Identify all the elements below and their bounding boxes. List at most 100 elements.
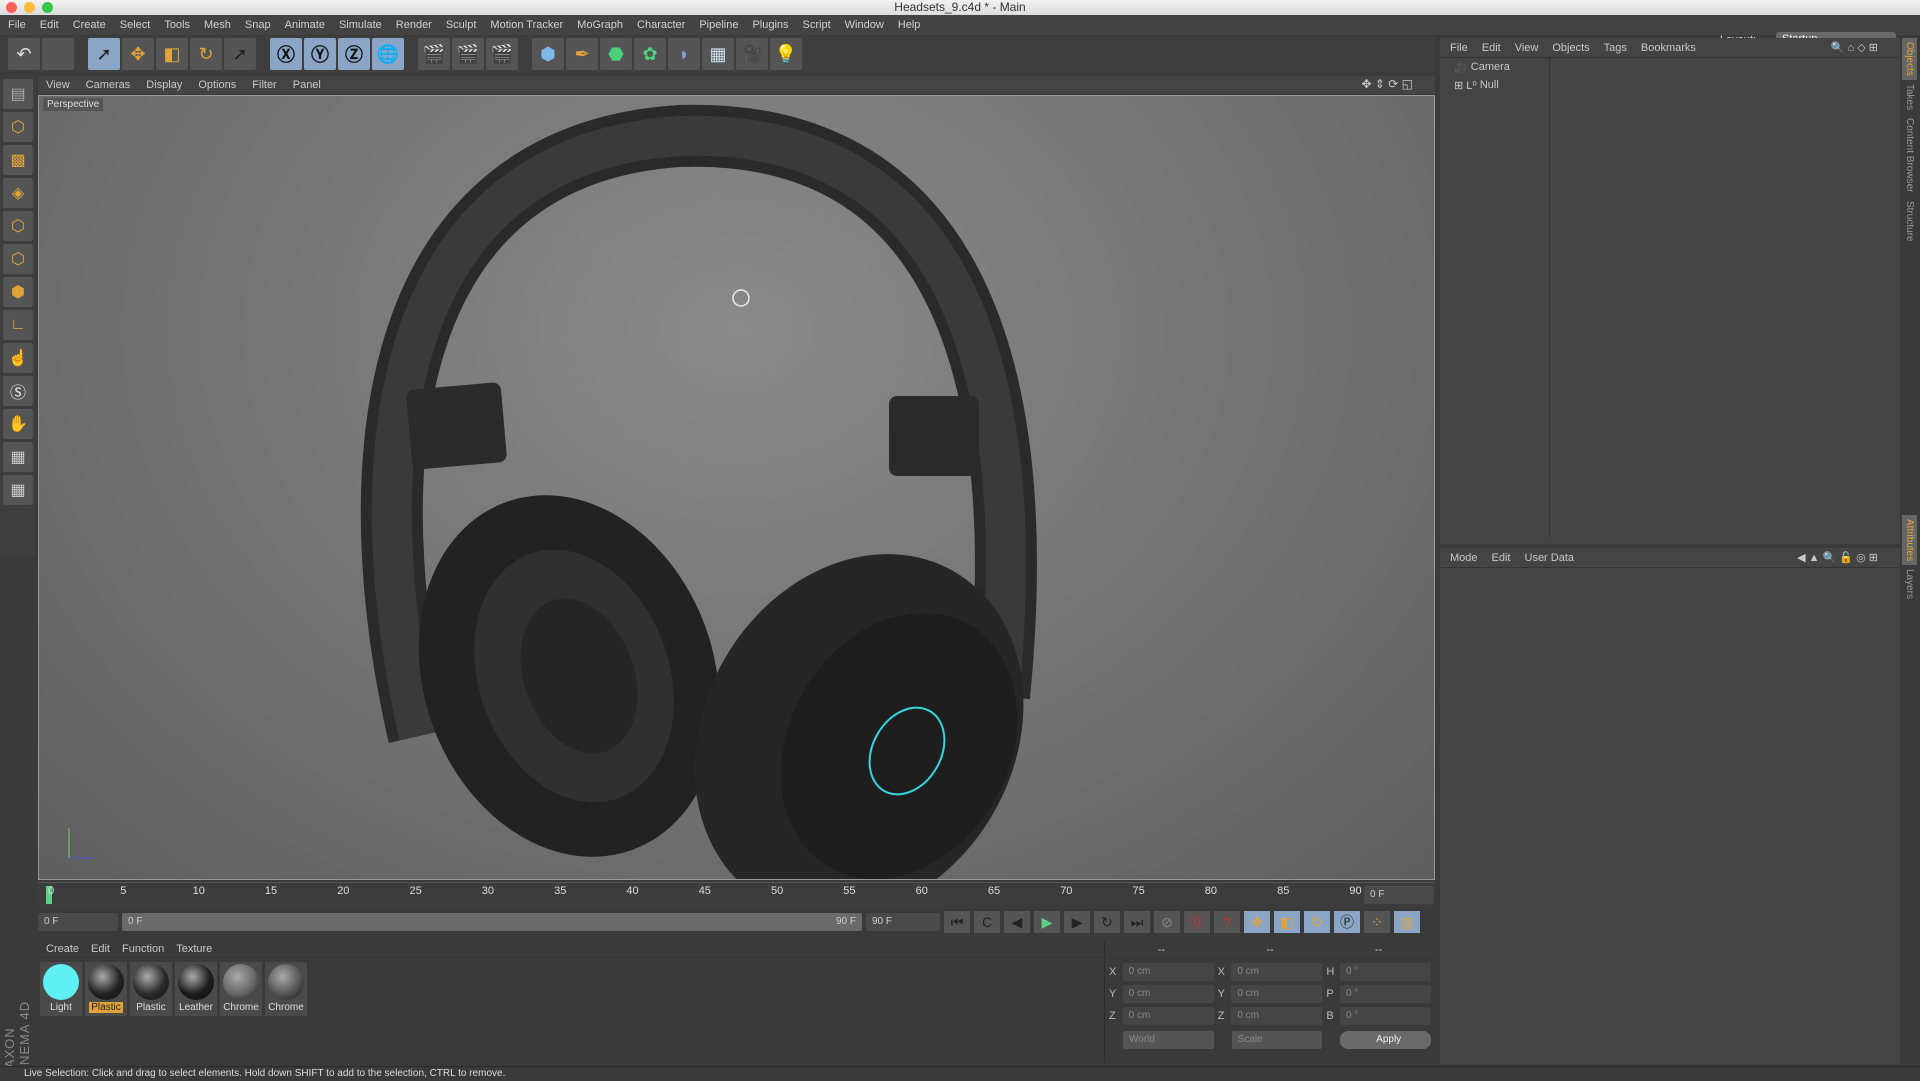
end-frame-field[interactable]: 90 F bbox=[866, 913, 940, 931]
current-frame-field[interactable]: 0 F bbox=[1364, 886, 1434, 904]
menu-motion-tracker[interactable]: Motion Tracker bbox=[490, 19, 563, 31]
minimize-window-button[interactable] bbox=[24, 2, 35, 13]
coord-value-field[interactable]: 0 cm bbox=[1231, 985, 1323, 1003]
material-chrome[interactable]: Chrome bbox=[220, 962, 262, 1016]
menu-file[interactable]: File bbox=[8, 19, 26, 31]
render-view-icon[interactable]: 🎬 bbox=[418, 38, 450, 70]
om-menu-edit[interactable]: Edit bbox=[1482, 42, 1501, 54]
viewport-menu-filter[interactable]: Filter bbox=[252, 79, 276, 91]
key-position-icon[interactable]: ✥ bbox=[1244, 911, 1270, 933]
menu-edit[interactable]: Edit bbox=[40, 19, 59, 31]
viewport-menu-panel[interactable]: Panel bbox=[293, 79, 321, 91]
last-tool-icon[interactable]: ➚ bbox=[224, 38, 256, 70]
light-icon[interactable]: 💡 bbox=[770, 38, 802, 70]
timeline-window-icon[interactable]: ▥ bbox=[1394, 911, 1420, 933]
polygons-mode-icon[interactable]: ⬢ bbox=[3, 277, 33, 307]
coord-value-field[interactable]: 0 cm bbox=[1231, 1007, 1323, 1025]
perspective-viewport[interactable]: Perspective bbox=[38, 95, 1435, 880]
next-key-icon[interactable]: ↻ bbox=[1094, 911, 1120, 933]
key-point-level-icon[interactable]: ⁘ bbox=[1364, 911, 1390, 933]
menu-select[interactable]: Select bbox=[120, 19, 151, 31]
viewport-navigation-icons[interactable]: ✥ ⇕ ⟳ ◱ bbox=[1361, 77, 1413, 91]
deformer-icon[interactable]: ◗ bbox=[668, 38, 700, 70]
move-icon[interactable]: ✥ bbox=[122, 38, 154, 70]
live-selection-icon[interactable]: ➚ bbox=[88, 38, 120, 70]
menu-pipeline[interactable]: Pipeline bbox=[699, 19, 738, 31]
model-mode-icon[interactable]: ⬡ bbox=[3, 112, 33, 142]
previous-frame-icon[interactable]: ◀ bbox=[1004, 911, 1030, 933]
material-chrome[interactable]: Chrome bbox=[265, 962, 307, 1016]
key-rotation-icon[interactable]: ↻ bbox=[1304, 911, 1330, 933]
om-toolbar-icons[interactable]: 🔍 ⌂ ◇ ⊞ bbox=[1831, 41, 1878, 54]
tab-takes[interactable]: Takes bbox=[1902, 80, 1917, 114]
make-editable-icon[interactable]: ▤ bbox=[3, 79, 33, 109]
tweak-mode-icon[interactable]: ☝ bbox=[3, 343, 33, 373]
undo-icon[interactable]: ↶ bbox=[8, 38, 40, 70]
play-icon[interactable]: ▶ bbox=[1034, 911, 1060, 933]
zoom-window-button[interactable] bbox=[42, 2, 53, 13]
coord-value-field[interactable]: 0 cm bbox=[1122, 963, 1214, 981]
go-to-start-icon[interactable]: ⏮ bbox=[944, 911, 970, 933]
am-toolbar-icons[interactable]: ◀ ▲ 🔍 🔓 ◎ ⊞ bbox=[1797, 551, 1878, 564]
menu-tools[interactable]: Tools bbox=[164, 19, 190, 31]
object-row-null[interactable]: ⊞ L⁰ Null bbox=[1440, 76, 1549, 94]
menu-mesh[interactable]: Mesh bbox=[204, 19, 231, 31]
z-axis-icon[interactable]: Ⓩ bbox=[338, 38, 370, 70]
tab-structure[interactable]: Structure bbox=[1902, 197, 1917, 246]
workplane-mode-icon[interactable]: ◈ bbox=[3, 178, 33, 208]
menu-snap[interactable]: Snap bbox=[245, 19, 271, 31]
coord-value-field[interactable]: 0 ° bbox=[1339, 985, 1431, 1003]
record-disabled-icon[interactable]: ⊘ bbox=[1154, 911, 1180, 933]
am-menu-mode[interactable]: Mode bbox=[1450, 552, 1478, 564]
material-menu-create[interactable]: Create bbox=[46, 943, 79, 955]
material-menu-texture[interactable]: Texture bbox=[176, 943, 212, 955]
material-plastic[interactable]: Plastic bbox=[130, 962, 172, 1016]
next-frame-icon[interactable]: ▶ bbox=[1064, 911, 1090, 933]
keyframe-selection-icon[interactable]: ? bbox=[1214, 911, 1240, 933]
menu-script[interactable]: Script bbox=[803, 19, 831, 31]
texture-mode-icon[interactable]: ▩ bbox=[3, 145, 33, 175]
viewport-menu-display[interactable]: Display bbox=[146, 79, 182, 91]
close-window-button[interactable] bbox=[6, 2, 17, 13]
render-picture-viewer-icon[interactable]: 🎬 bbox=[452, 38, 484, 70]
planar-workplane-icon[interactable]: ▦ bbox=[3, 475, 33, 505]
edges-mode-icon[interactable]: ⬡ bbox=[3, 244, 33, 274]
menu-mograph[interactable]: MoGraph bbox=[577, 19, 623, 31]
scale-icon[interactable]: ◧ bbox=[156, 38, 188, 70]
coord-value-field[interactable]: 0 cm bbox=[1122, 985, 1214, 1003]
coordinate-system-icon[interactable]: 🌐 bbox=[372, 38, 404, 70]
redo-icon[interactable] bbox=[42, 38, 74, 70]
preview-range-slider[interactable]: 0 F 90 F bbox=[122, 913, 862, 931]
apply-button[interactable]: Apply bbox=[1340, 1031, 1432, 1049]
cloner-icon[interactable]: ✿ bbox=[634, 38, 666, 70]
key-parameter-icon[interactable]: Ⓟ bbox=[1334, 911, 1360, 933]
coord-scale-dropdown[interactable]: Scale bbox=[1231, 1031, 1323, 1049]
am-menu-edit[interactable]: Edit bbox=[1492, 552, 1511, 564]
cube-icon[interactable]: ⬢ bbox=[532, 38, 564, 70]
om-menu-bookmarks[interactable]: Bookmarks bbox=[1641, 42, 1696, 54]
lock-workplane-icon[interactable]: ▦ bbox=[3, 442, 33, 472]
material-leather[interactable]: Leather bbox=[175, 962, 217, 1016]
viewport-menu-view[interactable]: View bbox=[46, 79, 70, 91]
material-light[interactable]: Light bbox=[40, 962, 82, 1016]
am-menu-user-data[interactable]: User Data bbox=[1525, 552, 1575, 564]
camera-icon[interactable]: 🎥 bbox=[736, 38, 768, 70]
go-to-end-icon[interactable]: ⏭ bbox=[1124, 911, 1150, 933]
menu-window[interactable]: Window bbox=[845, 19, 884, 31]
axis-mode-icon[interactable]: ∟ bbox=[3, 310, 33, 340]
rotate-icon[interactable]: ↻ bbox=[190, 38, 222, 70]
points-mode-icon[interactable]: ⬡ bbox=[3, 211, 33, 241]
menu-create[interactable]: Create bbox=[73, 19, 106, 31]
subdivision-icon[interactable]: ⬣ bbox=[600, 38, 632, 70]
coord-value-field[interactable]: 0 ° bbox=[1339, 963, 1431, 981]
coord-value-field[interactable]: 0 cm bbox=[1122, 1007, 1214, 1025]
coord-mode-dropdown[interactable]: World bbox=[1123, 1031, 1214, 1049]
snap-icon[interactable]: Ⓢ bbox=[3, 376, 33, 406]
material-menu-edit[interactable]: Edit bbox=[91, 943, 110, 955]
om-menu-tags[interactable]: Tags bbox=[1604, 42, 1627, 54]
y-axis-icon[interactable]: Ⓨ bbox=[304, 38, 336, 70]
coord-value-field[interactable]: 0 cm bbox=[1231, 963, 1323, 981]
timeline-ruler[interactable]: 0 5 10 15 20 25 30 35 40 45 50 55 60 65 70 75 80 85 90 0 F bbox=[38, 882, 1435, 908]
object-row-camera[interactable]: 🎥 Camera bbox=[1440, 58, 1549, 76]
menu-plugins[interactable]: Plugins bbox=[752, 19, 788, 31]
